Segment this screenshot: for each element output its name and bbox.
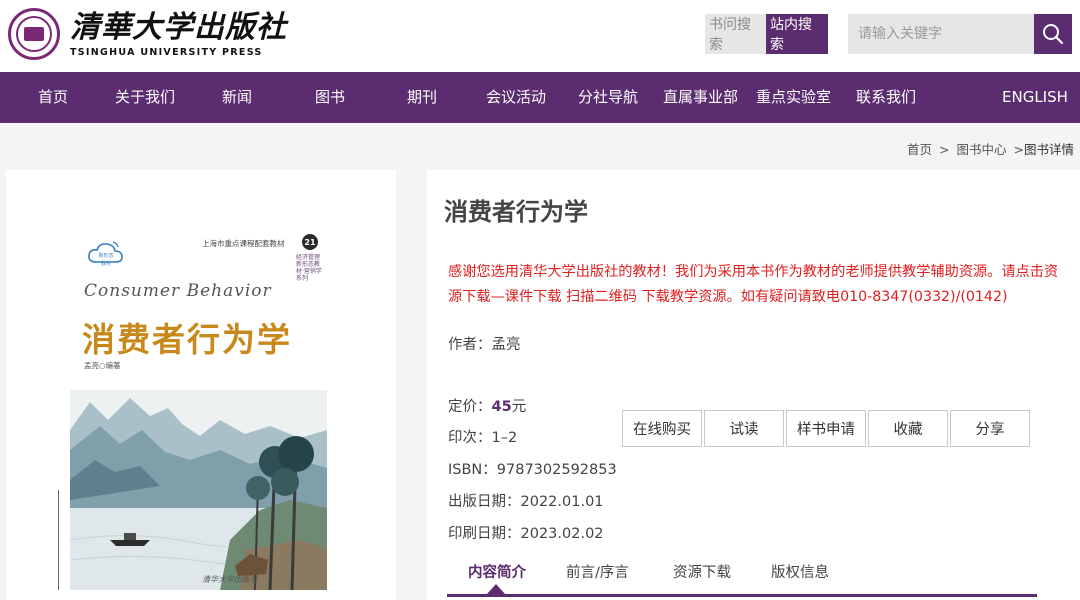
- cover-vertical-text: 经济管理新形态教材·营销学系列: [296, 254, 322, 282]
- search-scope-tabs: 书问搜索 站内搜索: [705, 14, 828, 54]
- tab-summary[interactable]: 内容简介: [468, 561, 526, 582]
- tabs-underline: [447, 594, 1037, 597]
- preview-button[interactable]: 试读: [704, 410, 784, 447]
- nav-item-contact[interactable]: 联系我们: [856, 72, 916, 123]
- author-value[interactable]: 孟亮: [492, 337, 521, 353]
- price-field: 定价：45元: [448, 395, 526, 416]
- nav-item-divisions[interactable]: 直属事业部: [663, 72, 738, 123]
- cover-divider: [58, 490, 59, 590]
- breadcrumb-separator: >: [939, 142, 950, 157]
- print-date-value: 2023.02.02: [520, 526, 604, 542]
- isbn-field: ISBN：9787302592853: [448, 458, 617, 479]
- search-tab-shuwen[interactable]: 书问搜索: [705, 14, 766, 54]
- site-logo[interactable]: 清華大学出版社 TSINGHUA UNIVERSITY PRESS: [8, 6, 287, 62]
- nav-item-labs[interactable]: 重点实验室: [756, 72, 831, 123]
- share-button[interactable]: 分享: [950, 410, 1030, 447]
- breadcrumb: 首页 > 图书中心 >图书详情: [907, 139, 1074, 158]
- tab-copyright[interactable]: 版权信息: [771, 561, 829, 582]
- logo-chinese-name: 清華大学出版社: [70, 9, 287, 45]
- nav-item-journals[interactable]: 期刊: [407, 72, 437, 123]
- print-run-label: 印次：: [448, 430, 492, 446]
- svg-text:教材: 教材: [101, 260, 111, 267]
- cover-series-label: 上海市重点课程配套教材: [202, 239, 285, 248]
- search-input[interactable]: [848, 14, 1034, 54]
- book-title: 消费者行为学: [444, 198, 588, 226]
- main-nav: 首页 关于我们 新闻 图书 期刊 会议活动 分社导航 直属事业部 重点实验室 联…: [0, 72, 1080, 123]
- print-date-field: 印刷日期：2023.02.02: [448, 522, 604, 543]
- nav-item-english[interactable]: ENGLISH: [1002, 72, 1068, 123]
- cover-21-badge: 21: [302, 234, 318, 250]
- nav-item-branches[interactable]: 分社导航: [578, 72, 638, 123]
- print-date-label: 印刷日期：: [448, 526, 521, 542]
- university-seal-icon: [8, 8, 60, 60]
- nav-item-home[interactable]: 首页: [38, 72, 68, 123]
- cloud-icon: 新形态 教材: [88, 241, 123, 267]
- search-icon: [1043, 24, 1064, 45]
- pub-date-field: 出版日期：2022.01.01: [448, 490, 604, 511]
- print-run-field: 印次：1–2: [448, 426, 517, 447]
- teaching-resources-notice: 感谢您选用清华大学出版社的教材！我们为采用本书作为教材的老师提供教学辅助资源。请…: [448, 264, 1059, 305]
- nav-item-news[interactable]: 新闻: [222, 72, 252, 123]
- book-detail-tabs: 内容简介 前言/序言 资源下载 版权信息: [447, 561, 1067, 598]
- cover-author: 孟亮○编著: [84, 361, 121, 370]
- breadcrumb-home[interactable]: 首页: [907, 142, 932, 157]
- breadcrumb-current: 图书详情: [1023, 142, 1074, 157]
- breadcrumb-book-center[interactable]: 图书中心: [957, 142, 1007, 157]
- cover-chinese-title: 消费者行为学: [82, 320, 292, 359]
- nav-item-books[interactable]: 图书: [315, 72, 345, 123]
- price-unit: 元: [511, 399, 527, 415]
- logo-english-name: TSINGHUA UNIVERSITY PRESS: [70, 46, 263, 58]
- sample-request-button[interactable]: 样书申请: [786, 410, 866, 447]
- search-tab-site[interactable]: 站内搜索: [766, 14, 828, 54]
- breadcrumb-separator: >: [1013, 142, 1024, 157]
- cover-landscape-painting: [70, 390, 327, 590]
- cover-publisher-mark: 清华大学出版社: [202, 575, 258, 584]
- svg-text:新形态: 新形态: [98, 252, 113, 259]
- nav-item-about[interactable]: 关于我们: [115, 72, 175, 123]
- site-header: 清華大学出版社 TSINGHUA UNIVERSITY PRESS 书问搜索 站…: [0, 0, 1080, 72]
- tab-preface[interactable]: 前言/序言: [566, 561, 629, 582]
- book-cover: 新形态 教材 上海市重点课程配套教材 21 经济管理新形态教材·营销学系列 Co…: [6, 170, 396, 600]
- favorite-button[interactable]: 收藏: [868, 410, 948, 447]
- author-label: 作者：: [448, 337, 492, 353]
- pub-date-value: 2022.01.01: [520, 494, 604, 510]
- print-run-value: 1–2: [491, 430, 518, 446]
- price-label: 定价：: [448, 399, 492, 415]
- buy-online-button[interactable]: 在线购买: [622, 410, 702, 447]
- cover-english-title: Consumer Behavior: [84, 281, 272, 301]
- tab-downloads[interactable]: 资源下载: [673, 561, 731, 582]
- isbn-label: ISBN：: [448, 462, 497, 478]
- author-field: 作者：孟亮: [448, 333, 521, 354]
- nav-item-events[interactable]: 会议活动: [486, 72, 546, 123]
- price-value: 45: [491, 399, 512, 415]
- search-button[interactable]: [1034, 14, 1072, 54]
- pub-date-label: 出版日期：: [448, 494, 521, 510]
- active-tab-indicator: [487, 584, 505, 594]
- book-info-panel: 消费者行为学 感谢您选用清华大学出版社的教材！我们为采用本书作为教材的老师提供教…: [427, 170, 1080, 600]
- isbn-value: 9787302592853: [496, 462, 617, 478]
